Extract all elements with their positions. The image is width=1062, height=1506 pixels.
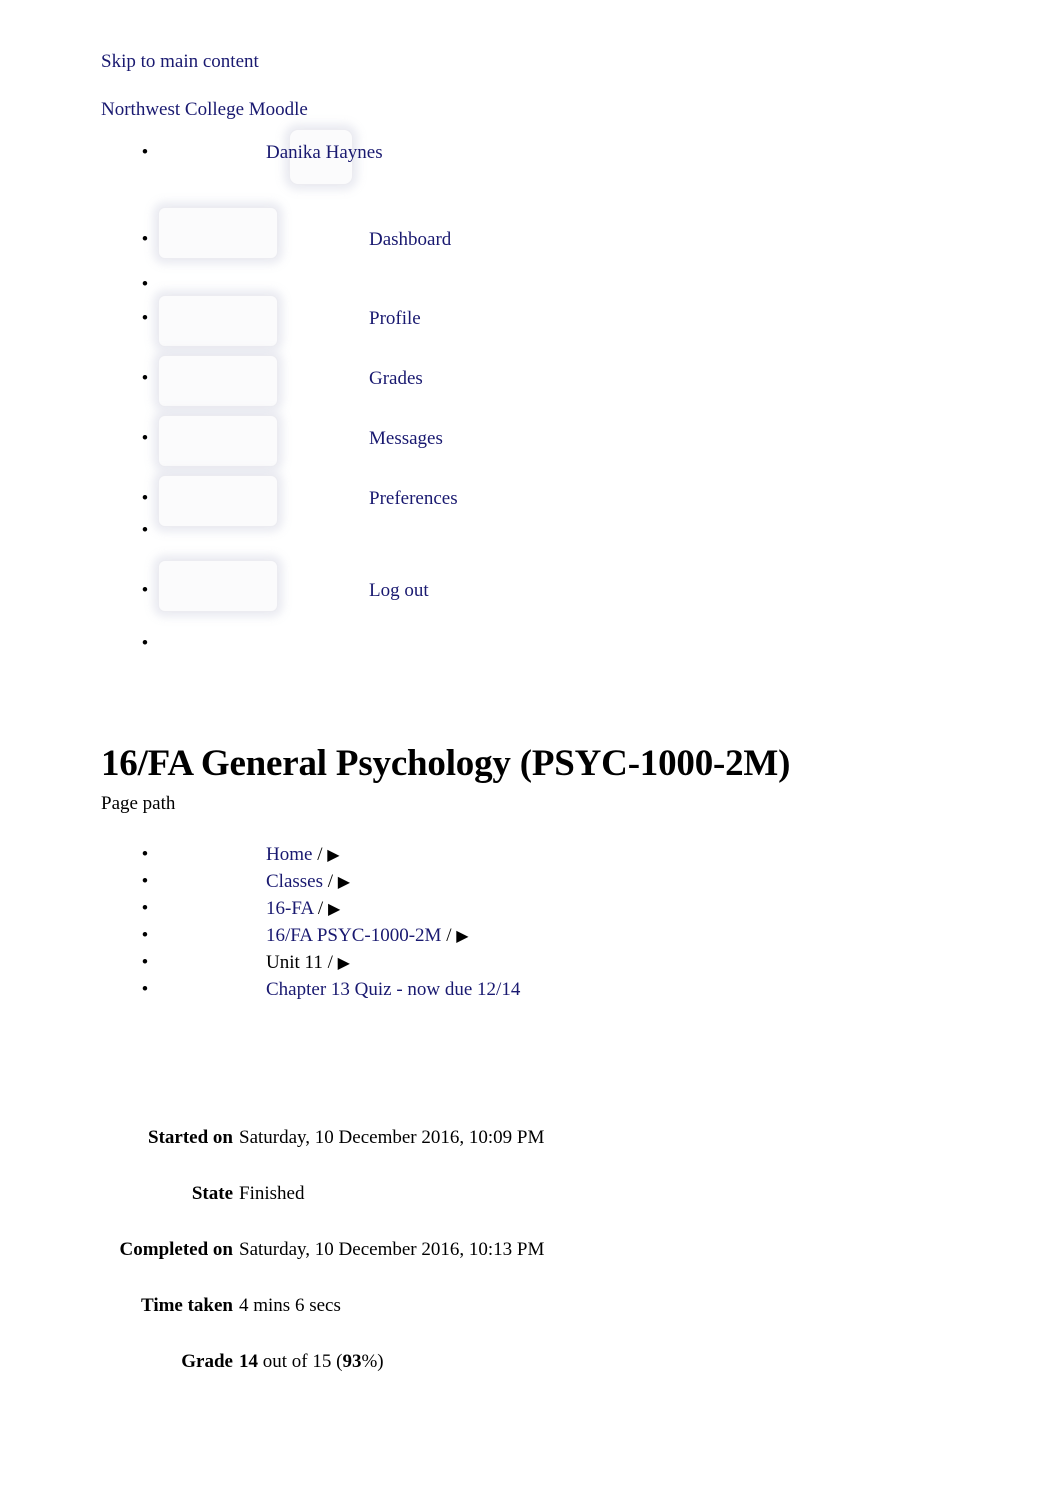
breadcrumb-link-quiz[interactable]: Chapter 13 Quiz - now due 12/14	[266, 979, 520, 1000]
breadcrumb-item-course[interactable]: • 16/FA PSYC-1000-2M / ▶	[101, 922, 861, 949]
breadcrumb-separator: /	[317, 844, 323, 865]
user-menu-divider-2: •	[101, 474, 801, 541]
row-label-grade: Grade	[181, 1351, 233, 1372]
list-bullet: •	[141, 925, 149, 946]
chevron-right-icon: ▶	[456, 928, 469, 945]
breadcrumb-separator: /	[446, 925, 452, 946]
row-value-started-on: Saturday, 10 December 2016, 10:09 PM	[239, 1127, 545, 1148]
page-path-label: Page path	[101, 793, 176, 814]
list-bullet: •	[141, 898, 149, 919]
list-bullet: •	[141, 142, 149, 163]
row-value-completed-on: Saturday, 10 December 2016, 10:13 PM	[239, 1239, 545, 1260]
breadcrumb-item-classes[interactable]: • Classes / ▶	[101, 868, 861, 895]
chevron-right-icon: ▶	[327, 847, 340, 864]
user-menu-item-grades[interactable]: • Grades	[101, 322, 801, 389]
user-menu-item-dashboard[interactable]: • Dashboard	[101, 182, 801, 250]
breadcrumb-item-home[interactable]: • Home / ▶	[101, 841, 861, 868]
chevron-right-icon: ▶	[337, 874, 351, 891]
breadcrumb-item-unit: • Unit 11 / ▶	[101, 949, 861, 976]
row-label-completed-on: Completed on	[119, 1239, 233, 1260]
breadcrumb-item-16-fa[interactable]: • 16-FA / ▶	[101, 895, 861, 922]
user-menu-item-profile[interactable]: • Profile	[101, 262, 801, 329]
breadcrumb-link-16-fa[interactable]: 16-FA	[266, 898, 313, 919]
row-value-state: Finished	[239, 1183, 305, 1204]
user-menu-divider-1: •	[101, 230, 801, 295]
list-bullet: •	[141, 952, 149, 973]
user-menu-divider-3: •	[101, 587, 801, 654]
chevron-right-icon: ▶	[327, 901, 341, 918]
table-row-started-on: Started on Saturday, 10 December 2016, 1…	[101, 1125, 544, 1181]
breadcrumb-link-classes[interactable]: Classes	[266, 871, 323, 892]
grade-percent: 93	[342, 1351, 362, 1372]
list-bullet: •	[141, 871, 149, 892]
breadcrumb: • Home / ▶ • Classes / ▶ • 16-FA / ▶ • 1…	[101, 841, 861, 1003]
user-menu-label-username: Danika Haynes	[266, 142, 383, 163]
skip-to-main-content-link[interactable]: Skip to main content	[101, 49, 259, 75]
grade-middle-text: out of 15 (	[258, 1351, 343, 1372]
user-menu-item-logout[interactable]: • Log out	[101, 534, 801, 601]
grade-points-earned: 14	[239, 1351, 258, 1372]
list-bullet: •	[141, 633, 149, 654]
row-label-state: State	[191, 1183, 233, 1204]
row-value-time-taken: 4 mins 6 secs	[239, 1295, 341, 1316]
breadcrumb-item-quiz[interactable]: • Chapter 13 Quiz - now due 12/14	[101, 976, 861, 1003]
list-bullet: •	[141, 979, 149, 1000]
row-label-time-taken: Time taken	[140, 1295, 233, 1316]
breadcrumb-separator: /	[317, 898, 324, 919]
row-label-started-on: Started on	[148, 1127, 233, 1148]
chevron-right-icon: ▶	[337, 955, 350, 972]
list-bullet: •	[141, 844, 149, 865]
user-menu: • Danika Haynes • Dashboard • • Profile …	[101, 140, 801, 654]
page-title: 16/FA General Psychology (PSYC-1000-2M)	[101, 742, 791, 784]
breadcrumb-link-course[interactable]: 16/FA PSYC-1000-2M	[266, 925, 441, 946]
grade-suffix: %)	[361, 1351, 384, 1372]
quiz-attempt-summary-table: Started on Saturday, 10 December 2016, 1…	[101, 1125, 545, 1405]
site-name-link[interactable]: Northwest College Moodle	[101, 97, 308, 123]
breadcrumb-text-unit: Unit 11	[266, 952, 323, 973]
user-menu-item-username[interactable]: • Danika Haynes	[101, 140, 801, 182]
table-row-state: State Finished	[101, 1181, 544, 1237]
user-menu-item-preferences[interactable]: • Preferences	[101, 442, 801, 509]
breadcrumb-separator: /	[327, 871, 334, 892]
table-row-grade: Grade 14 out of 15 (93%)	[101, 1349, 544, 1405]
breadcrumb-separator: /	[327, 952, 333, 973]
row-value-grade: 14 out of 15 (93%)	[239, 1349, 544, 1405]
breadcrumb-link-home[interactable]: Home	[266, 844, 312, 865]
user-menu-item-messages[interactable]: • Messages	[101, 382, 801, 449]
table-row-time-taken: Time taken 4 mins 6 secs	[101, 1293, 544, 1349]
table-row-completed-on: Completed on Saturday, 10 December 2016,…	[101, 1237, 545, 1293]
